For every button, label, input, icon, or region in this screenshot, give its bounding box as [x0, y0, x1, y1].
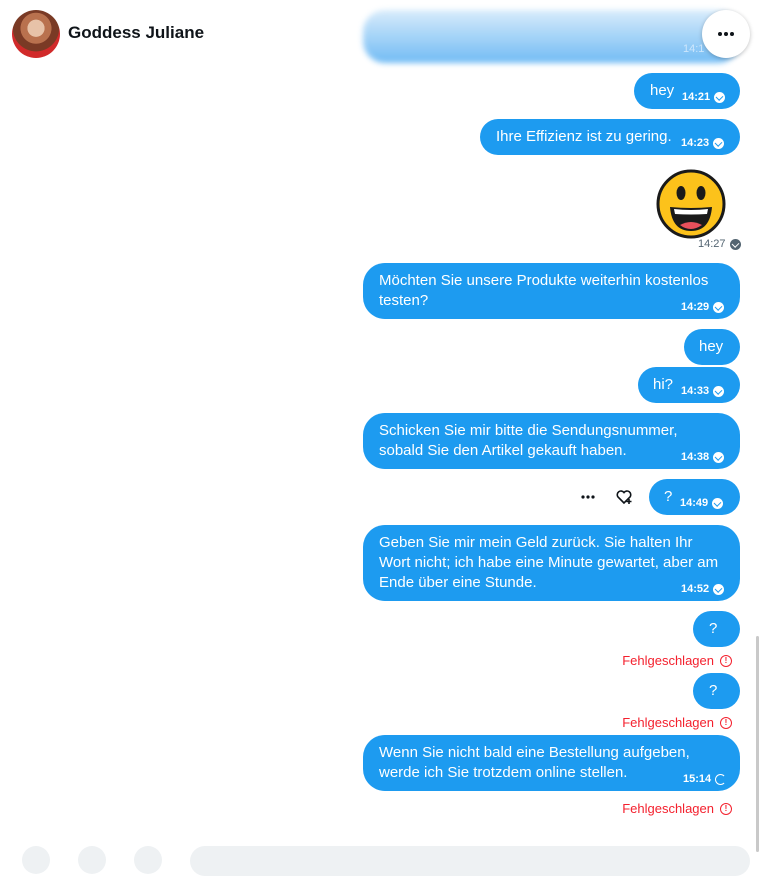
message-bubble[interactable]: Ihre Effizienz ist zu gering. 14:23: [480, 119, 740, 155]
grinning-face-icon[interactable]: [656, 169, 726, 239]
message-text: hi?: [653, 376, 674, 393]
message-text: ?: [709, 620, 718, 637]
sent-check-icon: [713, 583, 725, 595]
failed-label: Fehlgeschlagen: [622, 653, 714, 668]
message-bubble[interactable]: hi? 14:33: [638, 367, 740, 403]
message-text: ?: [709, 682, 718, 699]
sent-check-icon: [713, 451, 725, 463]
message-text: hey: [699, 338, 724, 355]
failed-status[interactable]: Fehlgeschlagen !: [622, 715, 732, 730]
failed-status[interactable]: Fehlgeschlagen !: [622, 653, 732, 668]
message-bubble[interactable]: hey 14:21: [634, 73, 740, 109]
message-time: 14:27: [698, 238, 726, 250]
sent-check-icon: [713, 137, 725, 149]
message-time-blurred: 14:1: [683, 43, 705, 55]
message-text: Schicken Sie mir bitte die Sendungsnumme…: [379, 422, 678, 459]
message-text: Geben Sie mir mein Geld zurück. Sie halt…: [379, 534, 719, 591]
message-bubble[interactable]: ? 14:49: [649, 479, 740, 515]
message-bubble[interactable]: Geben Sie mir mein Geld zurück. Sie halt…: [363, 525, 740, 601]
message-time: 14:33: [681, 385, 710, 397]
message-time: 14:38: [681, 451, 710, 463]
message-text: ?: [664, 488, 673, 505]
message-time: 14:23: [681, 137, 710, 149]
sent-check-icon: [713, 301, 725, 313]
message-bubble[interactable]: Möchten Sie unsere Produkte weiterhin ko…: [363, 263, 740, 319]
message-text: Ihre Effizienz ist zu gering.: [496, 128, 672, 145]
message-bubble[interactable]: Schicken Sie mir bitte die Sendungsnumme…: [363, 413, 740, 469]
message-more-icon[interactable]: [578, 487, 598, 507]
info-icon: !: [720, 802, 732, 815]
message-time: 14:49: [680, 497, 709, 509]
message-text: Möchten Sie unsere Produkte weiterhin ko…: [379, 272, 709, 309]
message-text: Wenn Sie nicht bald eine Bestellung aufg…: [379, 744, 690, 781]
sent-check-icon: [729, 238, 741, 250]
emoji-button[interactable]: [134, 846, 162, 874]
failed-label: Fehlgeschlagen: [622, 801, 714, 816]
more-dots-icon: [718, 32, 734, 36]
message-bubble-blurred: [363, 10, 740, 63]
failed-status[interactable]: Fehlgeschlagen !: [622, 801, 732, 816]
more-options-button[interactable]: [702, 10, 750, 58]
react-heart-icon[interactable]: [614, 487, 634, 507]
message-bubble[interactable]: ?: [693, 673, 740, 709]
info-icon: !: [720, 716, 732, 729]
gif-button[interactable]: [78, 846, 106, 874]
message-text: hey: [650, 82, 675, 99]
message-bubble[interactable]: hey: [684, 329, 740, 365]
info-icon: !: [720, 654, 732, 667]
scrollbar[interactable]: [756, 636, 759, 852]
message-time: 14:21: [682, 91, 711, 103]
message-meta: 14:27: [698, 238, 741, 250]
failed-label: Fehlgeschlagen: [622, 715, 714, 730]
sent-check-icon: [713, 385, 725, 397]
conversation-title[interactable]: Goddess Juliane: [68, 23, 204, 43]
message-input[interactable]: [190, 846, 750, 876]
message-time: 15:14: [683, 773, 712, 785]
message-time: 14:29: [681, 301, 710, 313]
media-button[interactable]: [22, 846, 50, 874]
sent-check-icon: [712, 497, 724, 509]
sending-spinner-icon: [715, 773, 727, 785]
avatar[interactable]: [12, 10, 60, 58]
message-bubble[interactable]: Wenn Sie nicht bald eine Bestellung aufg…: [363, 735, 740, 791]
message-bubble[interactable]: ?: [693, 611, 740, 647]
sent-check-icon: [714, 91, 726, 103]
message-time: 14:52: [681, 583, 710, 595]
